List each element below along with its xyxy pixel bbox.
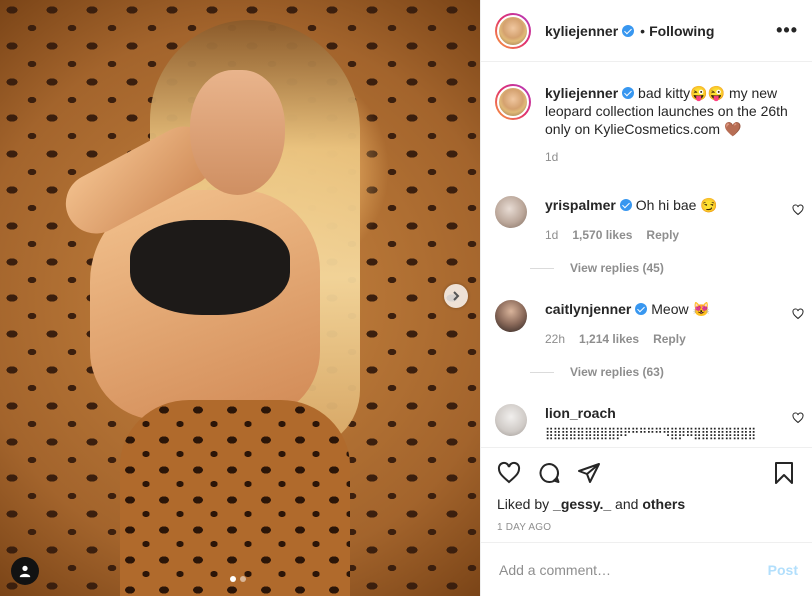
commenter-avatar[interactable] [495, 196, 527, 228]
carousel-dot [230, 576, 236, 582]
face [190, 70, 285, 195]
liked-by-others[interactable]: others [642, 496, 685, 512]
comment-bubble-icon[interactable] [537, 461, 561, 485]
post-modal: kyliejenner • Following ••• kyliejenner … [0, 0, 812, 596]
like-heart-icon[interactable] [497, 461, 521, 485]
verified-badge-icon [622, 87, 635, 99]
leopard-pants [120, 400, 350, 596]
comment-item: yrispalmer Oh hi bae 😏 1d 1,570 likes Repl… [481, 196, 812, 244]
more-options-icon[interactable]: ••• [776, 20, 798, 41]
verified-badge-icon [622, 24, 635, 37]
carousel-indicator [230, 576, 246, 582]
next-photo-button[interactable] [444, 284, 468, 308]
comment-username[interactable]: lion_roach [545, 405, 616, 421]
comment-text: ⣿⣿⣿⣿⣿⣿⣿⣿⣿⡿⠟⠛⠛⠛⠛⠻⣿⡿⠿⣿⣿⣿⣿⣿⣿⣿⣿ [545, 426, 756, 440]
like-comment-heart-icon[interactable] [792, 204, 804, 216]
post-side-panel: kyliejenner • Following ••• kyliejenner … [480, 0, 812, 596]
comment-input[interactable] [497, 560, 768, 579]
view-replies-label: View replies (63) [570, 365, 664, 379]
comment-item: lion_roach ⣿⣿⣿⣿⣿⣿⣿⣿⣿⡿⠟⠛⠛⠛⠛⠻⣿⡿⠿⣿⣿⣿⣿⣿⣿⣿⣿ [481, 404, 812, 442]
leopard-top [130, 220, 290, 315]
comment-time[interactable]: 1d [545, 228, 558, 242]
post-photo[interactable] [0, 0, 480, 596]
tagged-users-button[interactable] [11, 557, 39, 585]
comment-text: Meow 😻 [651, 301, 710, 317]
caption: kyliejenner bad kitty😜😜 my new leopard c… [481, 62, 812, 166]
comment-username[interactable]: yrispalmer [545, 197, 616, 213]
post-comment-button[interactable]: Post [768, 562, 798, 578]
comment-time[interactable]: 22h [545, 332, 565, 346]
save-bookmark-icon[interactable] [772, 461, 796, 485]
post-actions: Liked by _gessy._ and others 1 DAY AGO [481, 447, 812, 533]
carousel-dot [240, 576, 246, 582]
like-comment-heart-icon[interactable] [792, 308, 804, 320]
replies-divider [530, 267, 554, 269]
replies-divider [530, 371, 554, 373]
comment-text: Oh hi bae 😏 [635, 197, 718, 213]
view-replies-button[interactable]: View replies (63) [530, 365, 664, 379]
caption-avatar[interactable] [495, 84, 531, 120]
reply-button[interactable]: Reply [653, 332, 686, 346]
comments-section[interactable]: kyliejenner bad kitty😜😜 my new leopard c… [481, 62, 812, 446]
separator: • [640, 22, 646, 39]
verified-badge-icon [635, 303, 648, 315]
post-header: kyliejenner • Following ••• [481, 0, 812, 62]
chevron-right-icon [453, 291, 460, 301]
liked-by-prefix: Liked by [497, 496, 554, 512]
verified-badge-icon [619, 199, 632, 211]
comment-username[interactable]: caitlynjenner [545, 301, 631, 317]
author-username[interactable]: kyliejenner [545, 23, 618, 39]
comment-likes[interactable]: 1,570 likes [572, 228, 632, 242]
author-avatar[interactable] [495, 12, 531, 49]
comment-item: caitlynjenner Meow 😻 22h 1,214 likes Reply [481, 300, 812, 348]
commenter-avatar[interactable] [495, 404, 527, 436]
likes-summary: Liked by _gessy._ and others [497, 496, 796, 512]
commenter-avatar[interactable] [495, 300, 527, 332]
add-comment-bar: Post [481, 542, 812, 596]
liked-by-user[interactable]: _gessy._ [553, 496, 611, 512]
liked-by-and: and [611, 496, 643, 512]
following-button[interactable]: Following [649, 23, 714, 39]
post-timestamp[interactable]: 1 DAY AGO [497, 522, 796, 533]
like-comment-heart-icon[interactable] [792, 412, 804, 424]
view-replies-button[interactable]: View replies (45) [530, 261, 664, 275]
reply-button[interactable]: Reply [646, 228, 679, 242]
comment-likes[interactable]: 1,214 likes [579, 332, 639, 346]
share-send-icon[interactable] [577, 461, 601, 485]
view-replies-label: View replies (45) [570, 261, 664, 275]
caption-time: 1d [545, 150, 559, 164]
caption-username[interactable]: kyliejenner [545, 85, 618, 101]
person-icon [19, 565, 31, 578]
